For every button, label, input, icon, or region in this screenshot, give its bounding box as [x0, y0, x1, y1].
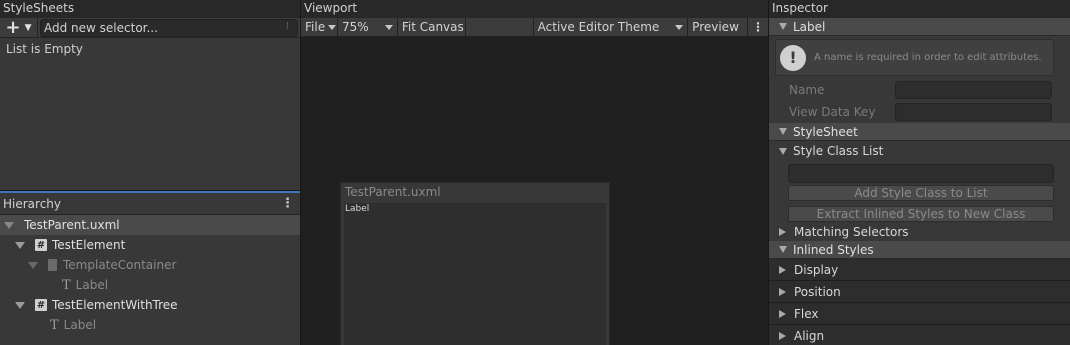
viewport-panel: Viewport File 75% Fit Canvas Active Edit…	[301, 0, 768, 345]
stylesheet-section-title: StyleSheet	[793, 124, 858, 139]
help-box: ! A name is required in order to edit at…	[775, 39, 1054, 76]
expand-arrow-icon[interactable]	[15, 301, 25, 309]
style-class-list-foldout[interactable]: Style Class List	[769, 141, 1070, 161]
foldout-closed-icon	[779, 309, 786, 318]
canvas-root-element[interactable]: Label	[344, 203, 606, 345]
stylesheet-section-header[interactable]: StyleSheet	[769, 123, 1070, 141]
viewport-menu-icon[interactable]: ⋮	[748, 18, 768, 37]
hash-icon: #	[35, 299, 47, 311]
stylesheets-title: StyleSheets	[0, 0, 300, 18]
flex-label: Flex	[794, 306, 819, 321]
canvas-title: TestParent.uxml	[345, 185, 441, 199]
style-class-input[interactable]	[788, 164, 1054, 183]
viewport-title: Viewport	[301, 0, 768, 18]
foldout-closed-icon	[779, 227, 786, 236]
style-class-list-label: Style Class List	[793, 144, 884, 158]
tree-item-testelementwithtree[interactable]: # TestElementWithTree	[0, 295, 300, 315]
flex-foldout[interactable]: Flex	[769, 303, 1070, 325]
zoom-value: 75%	[342, 19, 369, 34]
extract-inlined-styles-button[interactable]: Extract Inlined Styles to New Class	[788, 206, 1054, 222]
dropdown-caret-icon: ▼	[24, 22, 32, 33]
selector-input[interactable]: Add new selector... ⁝	[40, 18, 298, 37]
input-menu-icon[interactable]: ⁝	[286, 21, 289, 32]
align-foldout[interactable]: Align	[769, 325, 1070, 345]
inlined-styles-header[interactable]: Inlined Styles	[769, 241, 1070, 259]
dropdown-arrow-icon	[328, 24, 337, 30]
tree-item-label: TemplateContainer	[63, 258, 177, 272]
tree-item-root[interactable]: TestParent.uxml	[0, 215, 300, 235]
stylesheets-toolbar: + ▼ Add new selector... ⁝	[0, 16, 300, 38]
hierarchy-menu-icon[interactable]: ⋮	[281, 196, 294, 211]
canvas-document[interactable]: TestParent.uxml Label	[340, 182, 610, 345]
tree-item-label: TestParent.uxml	[24, 218, 120, 232]
document-icon	[48, 259, 57, 271]
matching-selectors-foldout[interactable]: Matching Selectors	[769, 222, 1070, 241]
inspector-title: Inspector	[769, 0, 1070, 18]
fit-canvas-button[interactable]: Fit Canvas	[398, 17, 466, 37]
selector-input-placeholder: Add new selector...	[44, 20, 158, 35]
hash-icon: #	[35, 239, 47, 251]
view-data-key-field[interactable]	[895, 103, 1052, 121]
foldout-closed-icon	[779, 287, 786, 296]
empty-list-label: List is Empty	[6, 42, 83, 56]
text-icon: T	[62, 277, 71, 293]
dropdown-arrow-icon	[675, 24, 684, 30]
file-menu-button[interactable]: File	[301, 17, 338, 37]
tree-item-testelement[interactable]: # TestElement	[0, 235, 300, 255]
tree-item-label-1[interactable]: T Label	[0, 275, 300, 295]
display-foldout[interactable]: Display	[769, 259, 1070, 281]
position-label: Position	[794, 284, 841, 299]
stylesheets-panel: StyleSheets + ▼ Add new selector... ⁝ Li…	[0, 0, 300, 190]
position-foldout[interactable]: Position	[769, 281, 1070, 303]
expand-arrow-icon[interactable]	[15, 241, 25, 249]
hierarchy-header: Hierarchy ⋮	[0, 193, 300, 215]
fit-canvas-label: Fit Canvas	[401, 19, 464, 34]
tree-item-label: TestElementWithTree	[52, 298, 178, 312]
inspector-panel: Inspector Label ! A name is required in …	[769, 0, 1070, 345]
view-data-key-label: View Data Key	[789, 105, 876, 119]
foldout-open-icon	[779, 246, 787, 253]
name-field-row: Name	[769, 79, 1070, 101]
dropdown-arrow-icon	[384, 24, 393, 30]
toolbar-spacer	[466, 17, 534, 37]
preview-toggle[interactable]: Preview	[688, 17, 748, 37]
label-section-header[interactable]: Label	[769, 18, 1070, 36]
text-icon: T	[50, 317, 59, 333]
hierarchy-panel: Hierarchy ⋮ TestParent.uxml # TestElemen…	[0, 191, 300, 345]
inlined-styles-title: Inlined Styles	[793, 242, 874, 257]
tree-item-label-2[interactable]: T Label	[0, 315, 300, 335]
expand-arrow-icon[interactable]	[4, 221, 14, 229]
view-data-key-row: View Data Key	[769, 101, 1070, 123]
theme-value: Active Editor Theme	[537, 19, 660, 34]
viewport-toolbar: File 75% Fit Canvas Active Editor Theme …	[301, 17, 768, 37]
tree-item-templatecontainer[interactable]: TemplateContainer	[0, 255, 300, 275]
matching-selectors-label: Matching Selectors	[794, 224, 909, 239]
name-field[interactable]	[895, 81, 1052, 99]
align-label: Align	[794, 328, 825, 343]
file-menu-label: File	[305, 19, 326, 34]
add-stylesheet-button[interactable]: + ▼	[0, 16, 38, 38]
display-label: Display	[794, 262, 839, 277]
foldout-open-icon	[779, 128, 787, 135]
foldout-open-icon	[779, 147, 787, 155]
hierarchy-title: Hierarchy	[3, 196, 62, 211]
name-label: Name	[789, 83, 825, 97]
warning-speech-icon: !	[780, 44, 806, 71]
canvas-label-element[interactable]: Label	[344, 203, 606, 215]
tree-item-label: Label	[63, 318, 97, 332]
expand-arrow-icon[interactable]	[28, 261, 38, 269]
foldout-closed-icon	[779, 331, 786, 340]
theme-dropdown[interactable]: Active Editor Theme	[534, 17, 689, 37]
label-section-title: Label	[793, 19, 826, 34]
foldout-closed-icon	[779, 265, 786, 274]
foldout-open-icon	[779, 23, 787, 30]
tree-item-label: Label	[75, 278, 109, 292]
add-style-class-button[interactable]: Add Style Class to List	[788, 185, 1054, 201]
plus-icon: +	[5, 16, 21, 38]
tree-item-label: TestElement	[52, 238, 126, 252]
zoom-dropdown[interactable]: 75%	[338, 17, 398, 37]
help-text: A name is required in order to edit attr…	[814, 52, 1042, 63]
preview-label: Preview	[692, 19, 739, 34]
